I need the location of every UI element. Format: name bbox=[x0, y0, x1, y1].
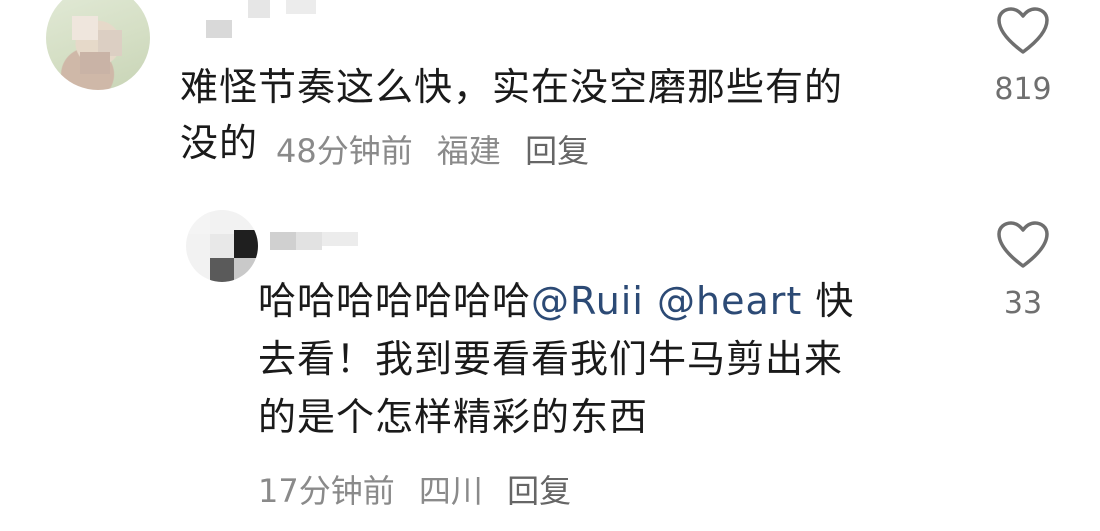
avatar-mosaic bbox=[234, 230, 258, 258]
username-redacted[interactable] bbox=[286, 0, 316, 14]
like-count: 819 bbox=[994, 72, 1052, 107]
comment-location: 福建 bbox=[436, 132, 501, 170]
comment-text: 难怪节奏这么快，实在没空磨那些有的 bbox=[180, 62, 940, 112]
reply-text-line: 哈哈哈哈哈哈哈@Ruii @heart 快 bbox=[258, 276, 938, 326]
comment-text-line: 难怪节奏这么快，实在没空磨那些有的 bbox=[180, 65, 844, 109]
avatar[interactable] bbox=[186, 210, 258, 282]
username-redacted[interactable] bbox=[248, 0, 270, 18]
avatar-mosaic bbox=[210, 258, 234, 282]
reply-button[interactable]: 回复 bbox=[525, 132, 589, 170]
reply-button[interactable]: 回复 bbox=[507, 472, 571, 510]
comment-text-line: 没的 bbox=[180, 118, 258, 168]
comment-meta: 48分钟前 福建 回复 bbox=[276, 126, 603, 172]
heart-outline-icon[interactable] bbox=[996, 6, 1050, 56]
reply-time: 17分钟前 bbox=[258, 472, 395, 510]
reply-location: 四川 bbox=[418, 472, 483, 510]
reply-text-line: 去看！我到要看看我们牛马剪出来 bbox=[258, 337, 844, 381]
comment-time: 48分钟前 bbox=[276, 132, 413, 170]
reply-text-suffix: 快 bbox=[815, 279, 855, 323]
avatar-mosaic bbox=[186, 210, 210, 234]
username-redacted[interactable] bbox=[296, 232, 322, 250]
reply-text-prefix: 哈哈哈哈哈哈哈 bbox=[258, 279, 532, 323]
reply-meta: 17分钟前 四川 回复 bbox=[258, 466, 585, 512]
avatar-mosaic bbox=[210, 234, 234, 258]
mention-link[interactable]: @Ruii bbox=[531, 279, 644, 323]
avatar-mosaic bbox=[234, 258, 258, 282]
username-redacted[interactable] bbox=[322, 232, 358, 246]
avatar-mosaic bbox=[80, 52, 110, 74]
reply-text-line: 的是个怎样精彩的东西 bbox=[258, 395, 649, 439]
like-count: 33 bbox=[1003, 286, 1043, 321]
username-redacted[interactable] bbox=[270, 232, 296, 250]
mention-link[interactable]: @heart bbox=[657, 279, 802, 323]
username-redacted[interactable] bbox=[206, 20, 232, 38]
avatar[interactable] bbox=[46, 0, 150, 90]
comment-text-tail: 没的 bbox=[180, 121, 259, 165]
avatar-mosaic bbox=[72, 16, 98, 40]
heart-outline-icon[interactable] bbox=[996, 220, 1050, 270]
